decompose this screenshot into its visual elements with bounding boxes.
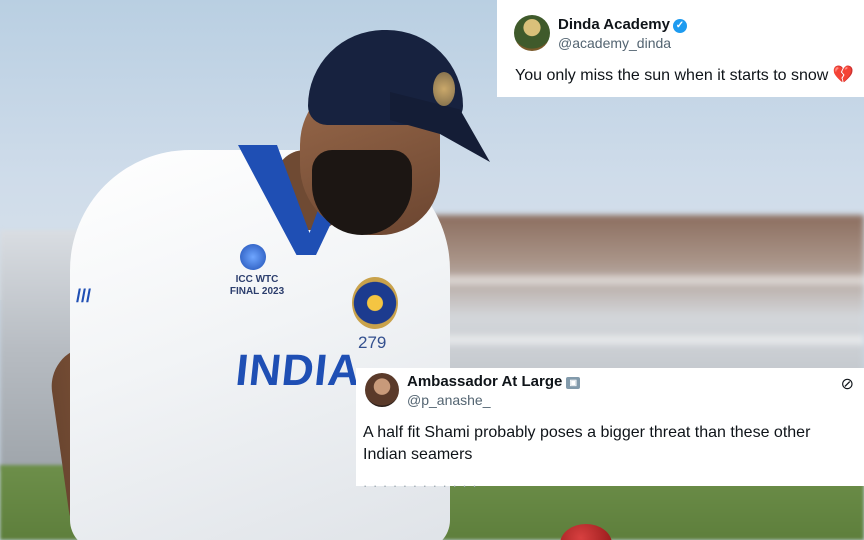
avatar[interactable] <box>514 15 550 51</box>
adidas-stripes-icon: /// <box>76 286 92 306</box>
tweet-handle[interactable]: @academy_dinda <box>558 35 671 51</box>
avatar[interactable] <box>365 373 399 407</box>
jersey-tournament-text: ICC WTC FINAL 2023 <box>229 274 285 297</box>
tweet-author-name[interactable]: Dinda Academy ✓ <box>558 16 687 33</box>
jersey-country-text: INDIA <box>233 346 364 395</box>
tweet-card[interactable]: Ambassador At Large ▣ @p_anashe_ ⊘ A half… <box>356 368 864 493</box>
tweet-handle[interactable]: @p_anashe_ <box>407 392 491 408</box>
tweet-text: You only miss the sun when it starts to … <box>515 65 854 84</box>
broken-heart-icon: 💔 <box>832 65 854 84</box>
tweet-card[interactable]: Dinda Academy ✓ @academy_dinda You only m… <box>497 0 864 97</box>
affiliate-badge-icon: ▣ <box>566 377 581 389</box>
icc-logo-icon <box>240 244 266 270</box>
tweet-timestamp-cropped: · · · · · · · · · · · · <box>363 478 478 493</box>
tweet-author-name[interactable]: Ambassador At Large ▣ <box>407 373 581 390</box>
cap-badge <box>433 72 455 106</box>
tweet-text: A half fit Shami probably poses a bigger… <box>363 424 811 463</box>
verified-badge-icon: ✓ <box>672 19 687 33</box>
bcci-crest <box>352 277 398 329</box>
grok-icon[interactable]: ⊘ <box>841 374 854 394</box>
